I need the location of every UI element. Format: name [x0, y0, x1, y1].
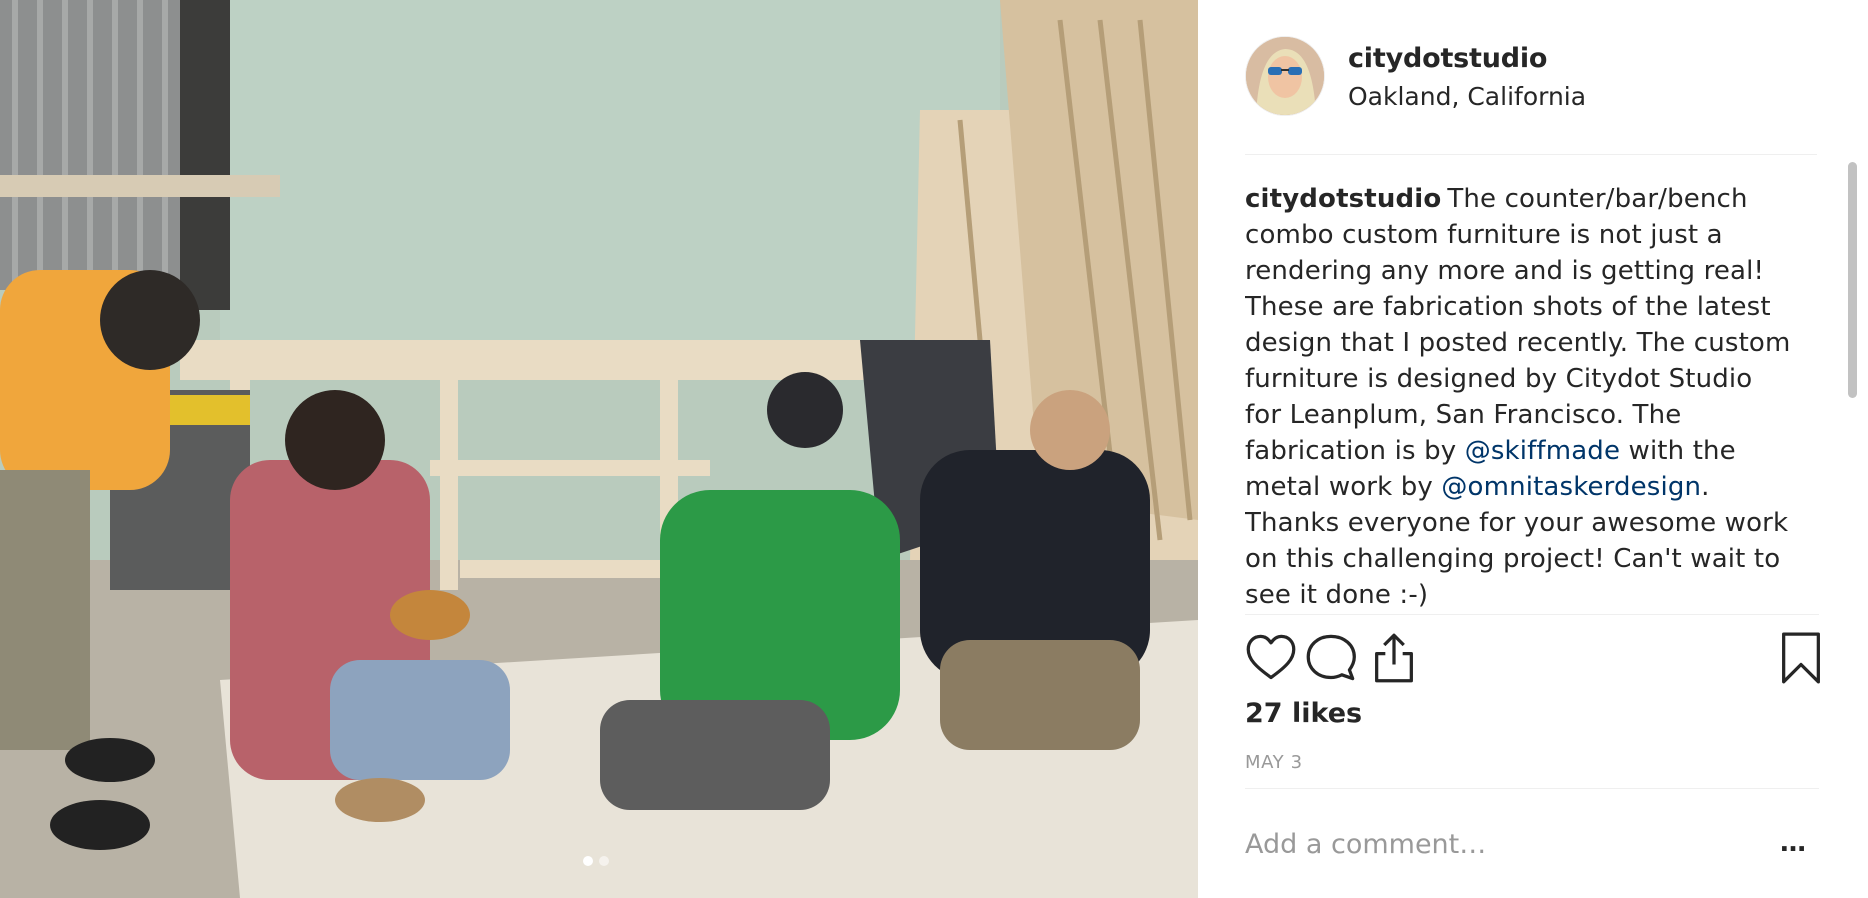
divider	[1245, 614, 1819, 615]
action-bar	[1245, 632, 1825, 684]
share-button[interactable]	[1368, 632, 1420, 684]
likes-count[interactable]: 27 likes	[1245, 698, 1362, 729]
post-header: citydotstudio Oakland, California	[1245, 36, 1805, 116]
caption-scroll-area[interactable]: citydotstudio The counter/bar/bench combo…	[1245, 155, 1827, 613]
caption-username-link[interactable]: citydotstudio	[1245, 184, 1441, 214]
share-icon	[1375, 633, 1413, 683]
workshop-photo-illustration	[0, 0, 1198, 898]
save-button[interactable]	[1777, 632, 1829, 684]
divider	[1245, 788, 1819, 789]
like-button[interactable]	[1245, 632, 1297, 684]
carousel-dot-2[interactable]	[599, 856, 609, 866]
bookmark-icon	[1782, 632, 1820, 684]
comment-icon	[1306, 634, 1356, 681]
avatar-image	[1246, 37, 1324, 115]
heart-icon	[1246, 634, 1296, 680]
post-photo[interactable]	[0, 0, 1198, 898]
avatar[interactable]	[1245, 36, 1325, 116]
comment-input[interactable]	[1245, 822, 1725, 866]
caption-scrollbar[interactable]	[1845, 158, 1860, 614]
location-link[interactable]: Oakland, California	[1348, 82, 1586, 111]
carousel-dot-1[interactable]	[583, 856, 593, 866]
caption-body-1: The counter/bar/bench combo custom furni…	[1245, 184, 1791, 466]
scrollbar-thumb[interactable]	[1848, 162, 1857, 398]
caption-text: citydotstudio The counter/bar/bench combo…	[1245, 155, 1793, 613]
mention-link-omnitaskerdesign[interactable]: @omnitaskerdesign	[1441, 472, 1701, 502]
carousel-indicator	[583, 856, 609, 866]
more-options-button[interactable]: …	[1780, 828, 1807, 858]
post-date[interactable]: MAY 3	[1245, 752, 1303, 773]
comment-button[interactable]	[1305, 632, 1357, 684]
mention-link-skiffmade[interactable]: @skiffmade	[1465, 436, 1620, 466]
username-link[interactable]: citydotstudio	[1348, 43, 1547, 74]
